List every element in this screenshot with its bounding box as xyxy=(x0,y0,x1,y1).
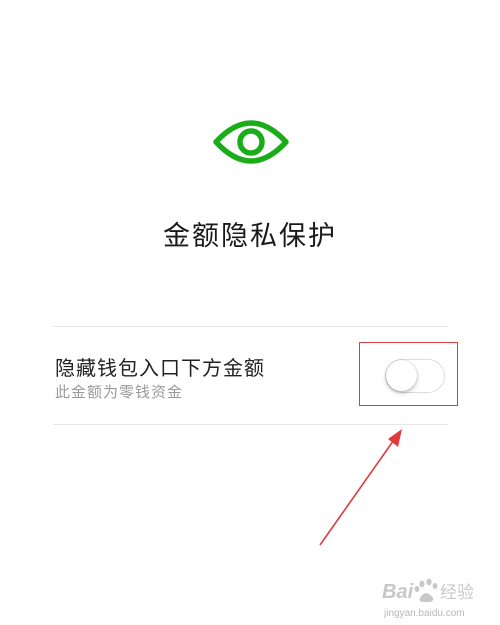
watermark-url: jingyan.baidu.com xyxy=(384,608,465,619)
page-title: 金额隐私保护 xyxy=(163,221,337,252)
svg-text:经验: 经验 xyxy=(440,583,474,603)
eye-icon xyxy=(213,120,289,164)
annotation-arrow xyxy=(319,429,402,546)
annotation-highlight-box xyxy=(359,342,458,406)
page: 金额隐私保护 隐藏钱包入口下方金额 此金额为零钱资金 Bai 经验 jingya… xyxy=(0,0,500,625)
svg-text:Bai: Bai xyxy=(382,581,414,603)
setting-description: 此金额为零钱资金 xyxy=(55,383,184,401)
setting-label: 隐藏钱包入口下方金额 xyxy=(55,356,265,380)
baidu-jingyan-watermark: Bai 经验 jingyan.baidu.com xyxy=(378,570,496,622)
baidu-logo-icon: Bai 经验 xyxy=(382,578,474,603)
